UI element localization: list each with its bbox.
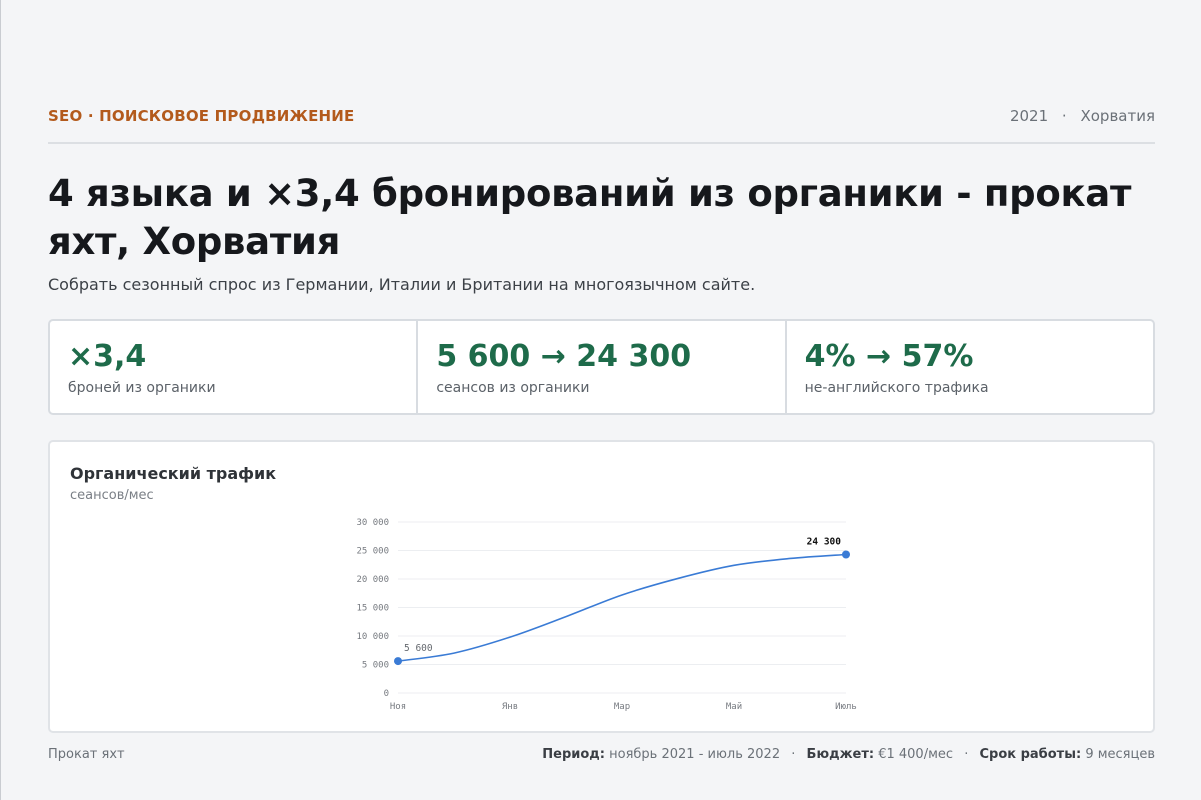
y-tick-label: 25 000 xyxy=(356,547,389,557)
kpi-value: 4% → 57% xyxy=(804,339,974,374)
traffic-line-chart: 0 5 000 10 000 15 000 20 000 25 000 30 000 Ноя Я… xyxy=(356,518,857,712)
x-tick-label: Мар xyxy=(614,702,630,712)
kpi-label: не-английского трафика xyxy=(804,380,989,396)
kpi-label: сеансов из органики xyxy=(436,380,590,396)
kpi-strip: ×3,4 броней из органики 5 600 → 24 300 с… xyxy=(48,319,1155,415)
x-tick-label: Янв xyxy=(502,702,518,712)
header-bar: SEO · ПОИСКОВОЕ ПРОДВИЖЕНИЕ 2021 · Хорва… xyxy=(48,104,1155,144)
y-tick-label: 10 000 xyxy=(356,632,389,642)
header-meta: 2021 · Хорватия xyxy=(1010,104,1155,128)
data-point-start xyxy=(394,657,402,666)
category-kicker: SEO · ПОИСКОВОЕ ПРОДВИЖЕНИЕ xyxy=(48,107,355,125)
footer-meta: Период: ноябрь 2021 - июль 2022 · Бюджет… xyxy=(542,747,1155,762)
meta-separator: · xyxy=(1061,107,1067,125)
budget-value: €1 400/мес xyxy=(878,747,954,762)
kpi-value: ×3,4 xyxy=(68,339,147,374)
data-point-end xyxy=(842,550,850,559)
footer: Прокат яхт Период: ноябрь 2021 - июль 20… xyxy=(48,747,1155,762)
y-tick-label: 30 000 xyxy=(356,518,389,528)
kpi-value: 5 600 → 24 300 xyxy=(436,339,692,374)
kpi-bookings: ×3,4 броней из органики xyxy=(50,321,419,413)
kpi-non-english: 4% → 57% не-английского трафика xyxy=(787,321,1153,413)
page-title: 4 языка и ×3,4 бронирований из органики … xyxy=(48,172,1132,263)
kpi-sessions: 5 600 → 24 300 сеансов из органики xyxy=(418,321,787,413)
client-name: Прокат яхт xyxy=(48,747,125,762)
x-tick-label: Ноя xyxy=(390,702,406,712)
y-tick-label: 15 000 xyxy=(356,604,389,614)
footer-dot: · xyxy=(964,747,969,762)
y-tick-label: 20 000 xyxy=(356,575,389,585)
kpi-label: броней из органики xyxy=(68,380,216,396)
data-label-end: 24 300 xyxy=(807,536,842,547)
y-tick-label: 0 xyxy=(384,689,389,699)
page-subtitle: Собрать сезонный спрос из Германии, Итал… xyxy=(48,275,756,294)
x-tick-label: Май xyxy=(726,702,742,712)
budget-label: Бюджет: xyxy=(806,747,875,762)
duration-value: 9 месяцев xyxy=(1085,747,1155,762)
data-label-start: 5 600 xyxy=(404,643,433,654)
period-value: ноябрь 2021 - июль 2022 xyxy=(609,747,781,762)
footer-dot: · xyxy=(791,747,796,762)
year-label: 2021 xyxy=(1009,107,1049,125)
duration-label: Срок работы: xyxy=(979,747,1082,762)
x-tick-label: Июль xyxy=(835,702,857,712)
traffic-chart-card: Органический трафик сеансов/мес 05 000 10… xyxy=(48,440,1155,733)
period-label: Период: xyxy=(542,747,605,762)
y-tick-label: 5 000 xyxy=(362,661,389,671)
country-label: Хорватия xyxy=(1080,107,1155,125)
